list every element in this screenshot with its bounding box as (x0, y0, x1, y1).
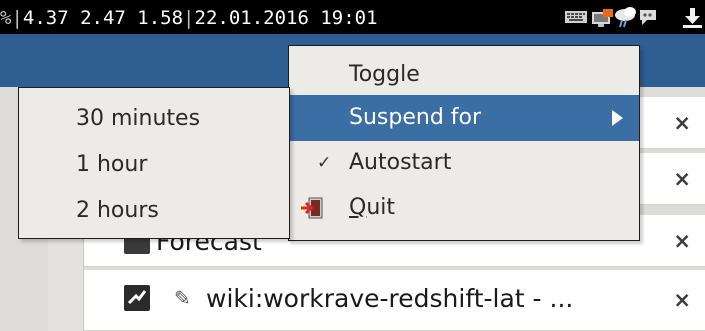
menu-item-toggle[interactable]: Toggle (289, 55, 639, 95)
download-icon[interactable] (680, 0, 705, 34)
chat-icon[interactable] (636, 0, 662, 34)
pencil-icon: ✎ (174, 286, 191, 310)
stats-separator: | (183, 7, 195, 29)
menu-item-label-rest: uit (366, 195, 396, 220)
network-icon[interactable] (589, 0, 615, 34)
submenu-item-30-minutes[interactable]: 30 minutes (19, 96, 289, 142)
close-icon[interactable]: × (673, 229, 691, 253)
exit-icon (300, 197, 324, 219)
menu-item-suspend-for[interactable]: Suspend for (289, 95, 639, 141)
mnemonic-letter: Q (349, 195, 367, 220)
submenu-item-1-hour[interactable]: 1 hour (19, 142, 289, 188)
system-monitor: %|4.37 2.47 1.58|22.01.2016 19:01 (0, 7, 378, 29)
tray-context-menu: Toggle Suspend for ✓ Autostart Quit (288, 45, 640, 241)
keyboard-icon[interactable] (563, 0, 589, 34)
submenu-item-label: 2 hours (76, 198, 159, 223)
close-icon[interactable]: × (673, 111, 691, 135)
menu-item-label: Autostart (349, 150, 452, 175)
menu-item-label: Quit (349, 194, 395, 222)
submenu-item-label: 30 minutes (76, 106, 201, 131)
bird-icon (124, 285, 150, 311)
list-item[interactable]: ✎ wiki:workrave-redshift-lat - ... × (84, 270, 705, 331)
list-item-label: wiki:workrave-redshift-lat - ... (206, 284, 574, 313)
close-icon[interactable]: × (673, 288, 691, 312)
menu-item-label: Toggle (349, 62, 420, 87)
menu-item-quit[interactable]: Quit (289, 186, 639, 230)
load-average: 4.37 2.47 1.58 (22, 7, 184, 29)
suspend-submenu: 30 minutes 1 hour 2 hours (18, 87, 290, 239)
cpu-percent-fragment: %| (0, 7, 23, 29)
clock[interactable]: 22.01.2016 19:01 (195, 7, 378, 29)
submenu-item-label: 1 hour (76, 152, 148, 177)
top-status-bar: %|4.37 2.47 1.58|22.01.2016 19:01 (0, 0, 705, 34)
checkmark-icon: ✓ (317, 153, 332, 173)
submenu-item-2-hours[interactable]: 2 hours (19, 188, 289, 234)
close-icon[interactable]: × (673, 167, 691, 191)
menu-item-autostart[interactable]: ✓ Autostart (289, 142, 639, 184)
submenu-arrow-icon (612, 110, 623, 126)
menu-item-label: Suspend for (349, 105, 482, 130)
